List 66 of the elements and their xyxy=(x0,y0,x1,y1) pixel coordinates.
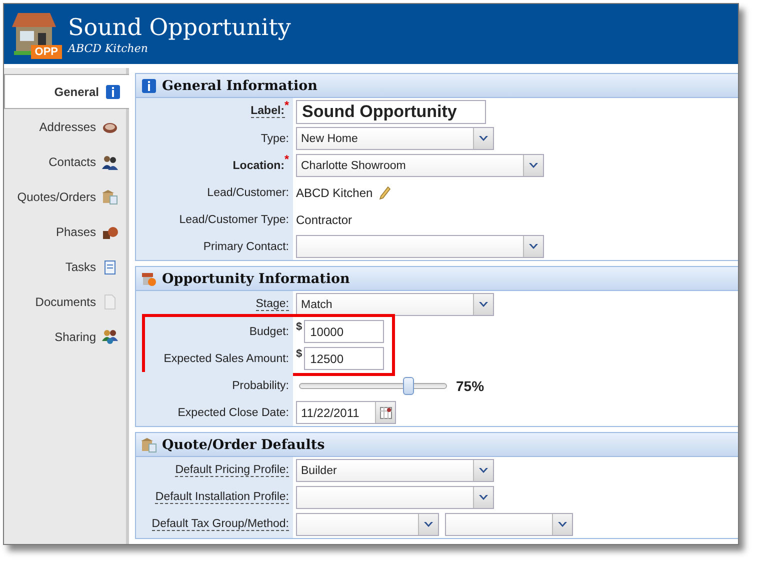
calendar-icon[interactable] xyxy=(380,406,392,418)
section-title: Quote/Order Defaults xyxy=(162,436,325,452)
dropdown[interactable] xyxy=(445,513,573,536)
field-label: Location: xyxy=(232,160,285,172)
field-label: Default Installation Profile: xyxy=(155,491,289,504)
dropdown[interactable]: New Home xyxy=(296,127,494,150)
dropdown[interactable]: Builder xyxy=(296,459,494,482)
people-icon xyxy=(102,328,118,344)
slider-thumb[interactable] xyxy=(402,376,414,394)
box-icon xyxy=(141,436,157,452)
field-label: Stage: xyxy=(256,298,289,311)
amount-field[interactable]: 10000 xyxy=(304,320,384,343)
field-label: Lead/Customer Type: xyxy=(179,214,289,226)
field-value: ABCD Kitchen xyxy=(296,186,373,200)
document-icon xyxy=(102,294,118,310)
dropdown-arrow-icon xyxy=(529,244,538,250)
box-icon xyxy=(102,188,118,204)
clipboard-icon xyxy=(102,258,118,274)
people-icon xyxy=(102,154,118,170)
field-label: Expected Close Date: xyxy=(178,406,289,418)
sidebar-tab[interactable]: Phases xyxy=(4,214,126,249)
field-label: Budget: xyxy=(249,326,289,338)
dropdown[interactable] xyxy=(296,235,544,258)
currency-symbol: $ xyxy=(296,321,302,333)
field-value: Contractor xyxy=(296,212,352,226)
field-label: Lead/Customer: xyxy=(207,186,289,198)
dropdown[interactable] xyxy=(296,513,439,536)
sidebar-tab[interactable]: Documents xyxy=(4,284,126,319)
sidebar-tab[interactable]: Quotes/Orders xyxy=(4,179,126,214)
currency-symbol: $ xyxy=(296,348,302,360)
dropdown[interactable] xyxy=(296,486,494,509)
required-marker: * xyxy=(284,100,289,112)
probability-reading: 75% xyxy=(456,378,484,394)
dropdown-arrow-icon xyxy=(479,468,488,474)
field-label: Type: xyxy=(260,132,289,144)
dropdown[interactable]: Match xyxy=(296,293,494,316)
dropdown-arrow-icon xyxy=(479,302,488,308)
text-field[interactable]: Sound Opportunity xyxy=(296,100,486,124)
sidebar-tab[interactable]: Addresses xyxy=(4,109,126,144)
dropdown[interactable]: Charlotte Showroom xyxy=(296,154,544,177)
required-marker: * xyxy=(284,154,289,166)
amount-field[interactable]: 12500 xyxy=(304,347,384,370)
sidebar-tab[interactable]: Contacts xyxy=(4,144,126,179)
field-label: Label: xyxy=(250,105,285,118)
pencil-icon[interactable] xyxy=(378,186,391,200)
dropdown-arrow-icon xyxy=(558,522,567,528)
date-field[interactable]: 11/22/2011 xyxy=(296,401,396,424)
store-icon xyxy=(141,270,157,286)
dropdown-arrow-icon xyxy=(479,494,488,500)
sidebar-tab[interactable]: Tasks xyxy=(4,249,126,284)
sidebar-tab[interactable]: Sharing xyxy=(4,319,126,354)
sidebar-tab[interactable]: General xyxy=(4,74,129,109)
page-subtitle: ABCD Kitchen xyxy=(68,42,149,54)
info-icon xyxy=(141,78,157,94)
section-title: Opportunity Information xyxy=(162,270,350,286)
field-label: Default Tax Group/Method: xyxy=(152,518,289,531)
dropdown-arrow-icon xyxy=(529,162,538,168)
info-icon xyxy=(105,84,121,100)
field-label: Expected Sales Amount: xyxy=(164,352,289,364)
section-title: General Information xyxy=(162,78,318,94)
dropdown-arrow-icon xyxy=(479,136,488,142)
field-label: Probability: xyxy=(232,380,289,392)
page-title: Sound Opportunity xyxy=(68,14,291,42)
dropdown-arrow-icon xyxy=(424,522,433,528)
field-label: Default Pricing Profile: xyxy=(175,464,289,477)
field-label: Primary Contact: xyxy=(203,240,289,252)
